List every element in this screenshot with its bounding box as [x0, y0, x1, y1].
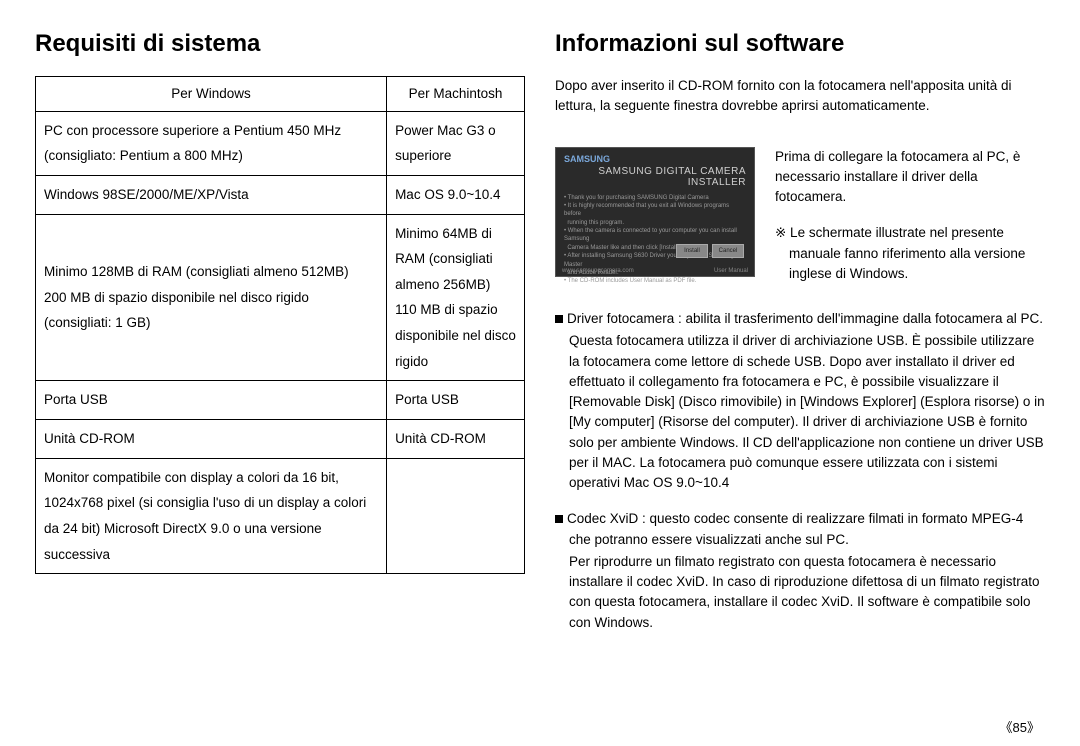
- header-mac: Per Machintosh: [387, 77, 525, 112]
- cell-usb-mac: Porta USB: [387, 381, 525, 420]
- installer-line: • The CD-ROM includes User Manual as PDF…: [564, 277, 746, 285]
- cell-usb-win: Porta USB: [36, 381, 387, 420]
- installer-row: SAMSUNG SAMSUNG DIGITAL CAMERA INSTALLER…: [555, 147, 1045, 285]
- heading-requisiti: Requisiti di sistema: [35, 30, 525, 58]
- header-windows: Per Windows: [36, 77, 387, 112]
- cell-os-win: Windows 98SE/2000/ME/XP/Vista: [36, 175, 387, 214]
- cell-ram-mac: Minimo 64MB di RAM (consigliati almeno 2…: [387, 214, 525, 381]
- heading-software: Informazioni sul software: [555, 30, 1045, 58]
- installer-screenshot: SAMSUNG SAMSUNG DIGITAL CAMERA INSTALLER…: [555, 147, 755, 277]
- windows-note: ※ Le schermate illustrate nel presente m…: [775, 223, 1045, 284]
- cell-cdrom-mac: Unità CD-ROM: [387, 420, 525, 459]
- xvid-head: Codec XviD : questo codec consente di re…: [567, 511, 1023, 546]
- installer-user-manual: User Manual: [714, 268, 748, 274]
- installer-title: SAMSUNG DIGITAL CAMERA INSTALLER: [564, 166, 746, 188]
- cancel-button[interactable]: Cancel: [712, 244, 744, 258]
- right-column: Informazioni sul software Dopo aver inse…: [555, 30, 1045, 736]
- section-driver: Driver fotocamera : abilita il trasferim…: [555, 309, 1045, 493]
- driver-note: Prima di collegare la fotocamera al PC, …: [775, 147, 1045, 208]
- install-button[interactable]: Install: [676, 244, 708, 258]
- cell-monitor-mac: [387, 458, 525, 574]
- intro-text: Dopo aver inserito il CD-ROM fornito con…: [555, 76, 1045, 117]
- installer-url: www.samsungcamera.com: [562, 268, 634, 274]
- installer-side-text: Prima di collegare la fotocamera al PC, …: [775, 147, 1045, 285]
- cell-cpu-win: PC con processore superiore a Pentium 45…: [36, 111, 387, 175]
- driver-body: Questa fotocamera utilizza il driver di …: [555, 331, 1045, 493]
- left-column: Requisiti di sistema Per Windows Per Mac…: [35, 30, 525, 736]
- xvid-body: Per riprodurre un filmato registrato con…: [555, 552, 1045, 633]
- installer-line: running this program.: [564, 219, 746, 227]
- square-bullet-icon: [555, 515, 563, 523]
- installer-line: • When the camera is connected to your c…: [564, 227, 746, 244]
- cell-cdrom-win: Unità CD-ROM: [36, 420, 387, 459]
- samsung-logo: SAMSUNG: [564, 154, 746, 164]
- cell-os-mac: Mac OS 9.0~10.4: [387, 175, 525, 214]
- square-bullet-icon: [555, 315, 563, 323]
- page-number: 《85》: [1000, 717, 1040, 736]
- requirements-table: Per Windows Per Machintosh PC con proces…: [35, 76, 525, 574]
- installer-line: • Thank you for purchasing SAMSUNG Digit…: [564, 194, 746, 202]
- cell-cpu-mac: Power Mac G3 o superiore: [387, 111, 525, 175]
- cell-ram-win: Minimo 128MB di RAM (consigliati almeno …: [36, 214, 387, 381]
- driver-head: Driver fotocamera : abilita il trasferim…: [567, 311, 1043, 326]
- installer-line: • It is highly recommended that you exit…: [564, 202, 746, 219]
- cell-monitor-win: Monitor compatibile con display a colori…: [36, 458, 387, 574]
- section-xvid: Codec XviD : questo codec consente di re…: [555, 509, 1045, 633]
- page: Requisiti di sistema Per Windows Per Mac…: [0, 0, 1080, 746]
